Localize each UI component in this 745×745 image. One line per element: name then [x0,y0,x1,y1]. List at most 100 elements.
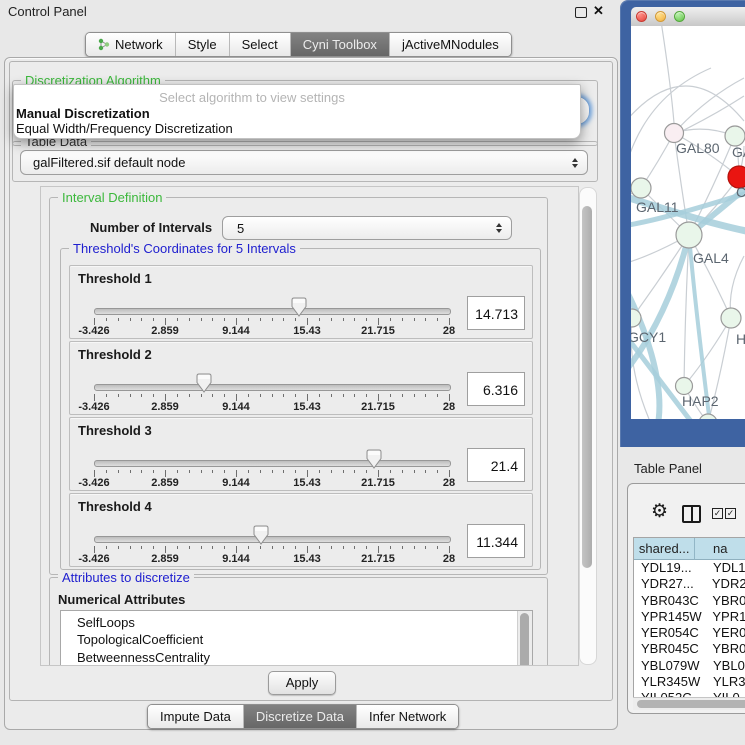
tab-select[interactable]: Select [229,33,290,56]
threshold-value-field[interactable]: 6.316 [467,372,525,406]
zoom-traffic-light-icon[interactable] [674,11,685,22]
cell-name: YDR2 [706,576,745,592]
tick-label: 15.43 [293,401,321,413]
close-icon[interactable]: ✕ [593,3,604,19]
table-row[interactable]: YER054CYER0 [634,625,745,641]
network-node-gal11[interactable] [631,178,651,198]
algorithm-option-equal-width-frequency-discretization[interactable]: Equal Width/Frequency Discretization [16,121,233,136]
network-node-h[interactable] [721,308,741,328]
hscrollbar-thumb[interactable] [637,700,745,708]
slider-thumb[interactable] [291,297,307,322]
tick [189,470,190,473]
tick [118,546,119,549]
tick-label: -3.426 [78,401,109,413]
tick [414,318,415,321]
table-row[interactable]: YLR345WYLR3 [634,674,745,690]
slider-thumb[interactable] [366,449,382,474]
network-view-window[interactable]: GAL80GACGAL11GAL4GCY1HHAP2 [620,0,745,447]
threshold-slider-track[interactable] [94,384,451,391]
tick [425,546,426,549]
threshold-panel-3: Threshold 3-3.4262.8599.14415.4321.71528… [69,417,533,491]
numerical-attributes-list[interactable]: SelfLoopsTopologicalCoefficientBetweenne… [60,610,533,666]
tick [106,394,107,397]
combo-arrows-icon [572,158,578,168]
threshold-value-field[interactable]: 11.344 [467,524,525,558]
tick [106,470,107,473]
table-data-combobox[interactable]: galFiltered.sif default node [20,150,588,175]
network-node-ga[interactable] [725,126,745,146]
panel-scrollbar[interactable] [579,187,597,665]
minimize-traffic-light-icon[interactable] [655,11,666,22]
table-horizontal-scrollbar[interactable] [633,697,745,710]
column-header-shared-[interactable]: shared... [634,538,695,560]
node-table[interactable]: shared...na YDL19...YDL1YDR27...YDR2YBR0… [633,537,745,698]
attribute-item-topologicalcoefficient[interactable]: TopologicalCoefficient [61,631,532,648]
tick [414,470,415,473]
table-row[interactable]: YBR043CYBR0 [634,593,745,609]
network-canvas[interactable]: GAL80GACGAL11GAL4GCY1HHAP2 [631,26,745,419]
tick-label: 21.715 [361,477,395,489]
tab-label: jActiveMNodules [402,37,499,52]
node-label-h: H [736,331,745,347]
cell-shared-name: YDL19... [634,560,707,576]
checkbox-icon[interactable]: ✓ [712,508,723,519]
float-window-icon[interactable] [575,7,587,18]
table-row[interactable]: YDL19...YDL1 [634,560,745,576]
column-header-na[interactable]: na [695,538,745,560]
tick [236,318,237,325]
slider-thumb[interactable] [196,373,212,398]
tick-label: 2.859 [151,553,179,565]
tick [94,394,95,401]
tab-infer-network[interactable]: Infer Network [356,705,458,728]
tick [236,546,237,553]
gear-icon[interactable]: ⚙ [651,502,668,522]
tick [224,394,225,397]
list-scrollbar[interactable] [517,611,532,666]
algorithm-option-manual-discretization[interactable]: Manual Discretization [16,106,150,121]
tick [354,546,355,549]
tick [165,470,166,477]
attribute-item-betweennesscentrality[interactable]: BetweennessCentrality [61,649,532,666]
split-panel-icon[interactable] [682,505,701,523]
number-of-intervals-spinner[interactable]: 5 [222,216,512,240]
table-row[interactable]: YPR145WYPR1 [634,609,745,625]
tick [402,470,403,473]
tab-network[interactable]: Network [86,33,175,56]
table-row[interactable]: YBR045CYBR0 [634,641,745,657]
threshold-slider-track[interactable] [94,536,451,543]
threshold-slider-track[interactable] [94,460,451,467]
tick [449,470,450,477]
tab-jactivemnodules[interactable]: jActiveMNodules [389,33,511,56]
tick [224,546,225,549]
checkbox-icon[interactable]: ✓ [725,508,736,519]
close-traffic-light-icon[interactable] [636,11,647,22]
tick [449,394,450,401]
table-row[interactable]: YDR27...YDR2 [634,576,745,592]
tick [343,318,344,321]
cell-name: YER0 [706,625,745,641]
tick [378,318,379,325]
apply-button[interactable]: Apply [268,671,336,695]
attribute-item-selfloops[interactable]: SelfLoops [61,614,532,631]
network-graph[interactable]: GAL80GACGAL11GAL4GCY1HHAP2 [631,26,745,419]
panel-scrollbar-thumb[interactable] [582,206,592,568]
tick [224,318,225,321]
network-node-hap2[interactable] [676,378,693,395]
tick [366,394,367,397]
table-row[interactable]: YBL079WYBL0 [634,658,745,674]
tab-cyni-toolbox[interactable]: Cyni Toolbox [290,33,389,56]
tick [437,394,438,397]
tab-style[interactable]: Style [175,33,229,56]
threshold-value-field[interactable]: 14.713 [467,296,525,330]
spinner-arrows-icon [496,223,502,233]
threshold-slider-track[interactable] [94,308,451,315]
network-window-titlebar[interactable] [631,7,745,27]
threshold-value-field[interactable]: 21.4 [467,448,525,482]
network-node-gal4[interactable] [676,222,702,248]
tab-discretize-data[interactable]: Discretize Data [243,705,356,728]
tick [165,394,166,401]
tick [343,394,344,397]
tab-impute-data[interactable]: Impute Data [148,705,243,728]
slider-thumb[interactable] [253,525,269,550]
tick-label: -3.426 [78,553,109,565]
